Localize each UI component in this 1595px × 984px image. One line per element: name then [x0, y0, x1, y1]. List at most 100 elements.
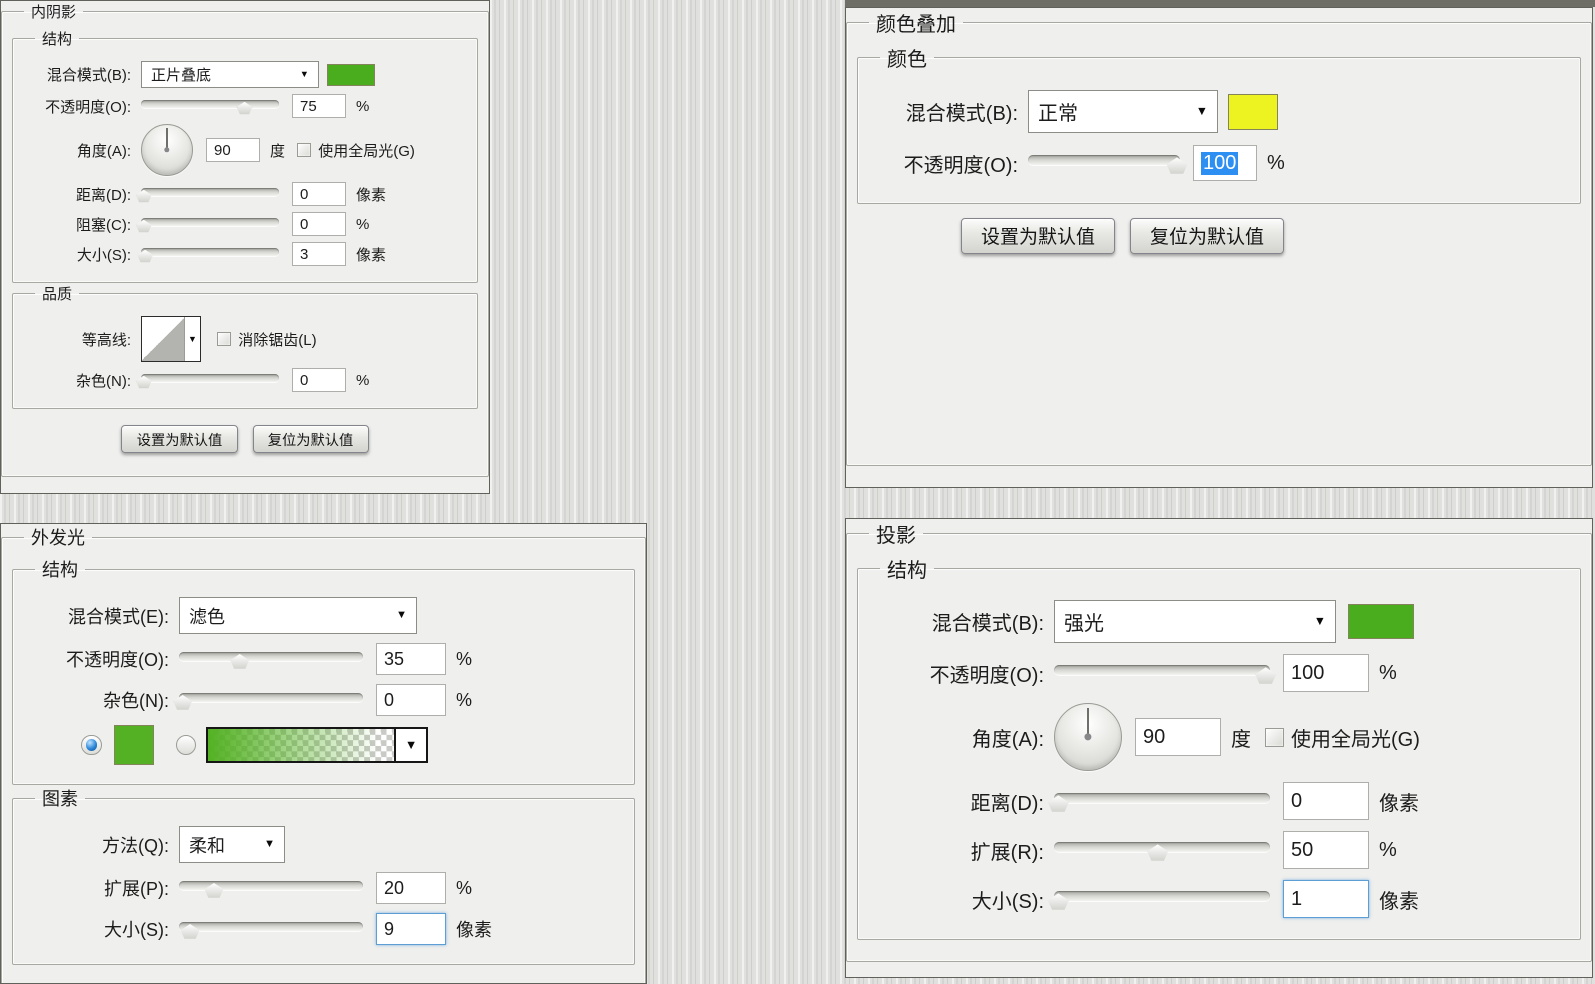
color-group: 颜色 混合模式(B): 正常 ▼ 不透明度(O): 100 % — [857, 43, 1581, 204]
overlay-color-swatch[interactable] — [1228, 93, 1278, 130]
contour-thumbnail — [142, 317, 185, 361]
size-unit: 像素 — [356, 246, 387, 264]
opacity-input[interactable]: 100 — [1193, 145, 1257, 181]
contour-picker[interactable]: ▼ — [141, 316, 201, 362]
distance-row: 距离(D): 0 像素 — [868, 782, 1570, 820]
angle-dial[interactable] — [141, 124, 193, 176]
gradient-radio[interactable] — [175, 734, 197, 756]
noise-slider[interactable] — [135, 373, 279, 389]
size-input[interactable]: 9 — [376, 913, 446, 945]
size-slider[interactable] — [1047, 889, 1270, 910]
size-slider[interactable] — [137, 247, 279, 263]
anti-aliased-checkbox[interactable] — [217, 331, 232, 347]
glow-color-swatch[interactable] — [113, 725, 154, 765]
technique-select[interactable]: 柔和 ▼ — [179, 826, 285, 863]
outer-glow-group: 外发光 结构 混合模式(E): 滤色 ▼ 不透明度(O): 35 % 杂色(N)… — [1, 524, 646, 983]
blend-mode-select[interactable]: 正片叠底 ▼ — [141, 61, 319, 88]
opacity-slider[interactable] — [1028, 153, 1188, 174]
drop-shadow-group: 投影 结构 混合模式(B): 强光 ▼ 不透明度(O): 100 % 角度(A)… — [846, 519, 1592, 962]
opacity-slider[interactable] — [141, 99, 279, 115]
blend-mode-select[interactable]: 强光 ▼ — [1054, 600, 1336, 643]
set-default-button[interactable]: 设置为默认值 — [121, 425, 238, 454]
opacity-input[interactable]: 100 — [1283, 654, 1369, 692]
chevron-down-icon: ▼ — [263, 837, 275, 850]
inner-shadow-panel: 内阴影 结构 混合模式(B): 正片叠底 ▼ 不透明度(O): 75 % 角度(… — [0, 0, 490, 494]
slider-track — [179, 922, 363, 932]
distance-slider[interactable] — [1047, 791, 1270, 812]
blend-mode-select[interactable]: 正常 ▼ — [1028, 90, 1218, 133]
blend-mode-value: 滤色 — [189, 606, 225, 627]
size-input[interactable]: 3 — [292, 242, 346, 266]
slider-track — [141, 374, 279, 382]
color-overlay-title: 颜色叠加 — [876, 14, 956, 36]
anti-aliased-label: 消除锯齿(L) — [238, 331, 317, 349]
dial-hub — [164, 147, 170, 153]
slider-track — [141, 248, 279, 256]
glow-color-row: ▼ — [81, 725, 624, 765]
slider-track — [141, 188, 279, 196]
noise-input[interactable]: 0 — [376, 684, 446, 716]
use-global-light-checkbox[interactable] — [297, 142, 312, 158]
size-unit: 像素 — [456, 920, 492, 940]
size-row: 大小(S): 3 像素 — [23, 242, 467, 266]
spread-slider[interactable] — [1054, 840, 1270, 861]
elements-group: 图素 方法(Q): 柔和 ▼ 扩展(P): 20 % 大小(S): 9 像素 — [12, 785, 635, 965]
distance-input[interactable]: 0 — [292, 182, 346, 206]
shadow-color-swatch[interactable] — [1348, 604, 1414, 639]
spread-slider[interactable] — [179, 879, 363, 898]
size-slider[interactable] — [179, 920, 363, 939]
size-label: 大小(S): — [104, 920, 169, 940]
structure-group: 结构 混合模式(E): 滤色 ▼ 不透明度(O): 35 % 杂色(N): 0 … — [12, 556, 635, 785]
noise-label: 杂色(N): — [103, 691, 169, 711]
opacity-input[interactable]: 35 — [376, 643, 446, 675]
spread-input[interactable]: 20 — [376, 872, 446, 904]
contour-label: 等高线: — [81, 331, 131, 349]
structure-title: 结构 — [42, 560, 78, 580]
use-global-light-checkbox[interactable] — [1265, 727, 1284, 747]
distance-row: 距离(D): 0 像素 — [23, 182, 467, 206]
noise-input[interactable]: 0 — [292, 368, 346, 392]
spread-input[interactable]: 50 — [1283, 831, 1369, 869]
use-global-light-label: 使用全局光(G) — [318, 142, 415, 160]
choke-input[interactable]: 0 — [292, 212, 346, 236]
noise-label: 杂色(N): — [76, 372, 131, 390]
angle-input[interactable]: 90 — [1135, 718, 1221, 756]
solid-color-radio[interactable] — [81, 734, 102, 756]
slider-track — [1054, 891, 1270, 902]
opacity-label: 不透明度(O): — [45, 98, 131, 116]
angle-label: 角度(A): — [76, 142, 131, 160]
opacity-slider[interactable] — [1054, 663, 1277, 684]
chevron-down-icon[interactable]: ▼ — [393, 728, 427, 762]
angle-dial[interactable] — [1054, 703, 1122, 771]
slider-track — [1054, 793, 1270, 804]
blend-mode-row: 混合模式(E): 滤色 ▼ — [23, 597, 624, 634]
opacity-label: 不透明度(O): — [66, 650, 169, 670]
reset-default-button[interactable]: 复位为默认值 — [1130, 218, 1285, 254]
reset-default-button[interactable]: 复位为默认值 — [252, 425, 369, 454]
shadow-color-swatch[interactable] — [327, 63, 375, 86]
blend-mode-value: 正常 — [1038, 103, 1078, 125]
contour-row: 等高线: ▼ 消除锯齿(L) — [23, 316, 467, 362]
chevron-down-icon: ▼ — [1195, 104, 1208, 119]
choke-slider[interactable] — [135, 217, 279, 233]
color-overlay-panel: 颜色叠加 颜色 混合模式(B): 正常 ▼ 不透明度(O): 100 % 设置为… — [845, 7, 1593, 488]
angle-label: 角度(A): — [971, 728, 1044, 751]
opacity-row: 不透明度(O): 100 % — [868, 654, 1570, 692]
spread-row: 扩展(R): 50 % — [868, 831, 1570, 869]
blend-mode-value: 强光 — [1064, 613, 1104, 635]
angle-input[interactable]: 90 — [206, 138, 260, 162]
set-default-button[interactable]: 设置为默认值 — [961, 218, 1116, 254]
opacity-row: 不透明度(O): 100 % — [868, 145, 1570, 181]
opacity-input[interactable]: 75 — [292, 94, 346, 118]
slider-track — [179, 693, 363, 703]
opacity-slider[interactable] — [179, 650, 363, 669]
gradient-picker[interactable]: ▼ — [206, 726, 429, 764]
chevron-down-icon[interactable]: ▼ — [185, 317, 200, 361]
size-row: 大小(S): 9 像素 — [23, 913, 624, 945]
distance-input[interactable]: 0 — [1283, 782, 1369, 820]
distance-slider[interactable] — [135, 187, 279, 203]
noise-slider[interactable] — [173, 691, 363, 710]
size-input[interactable]: 1 — [1283, 880, 1369, 918]
blend-mode-select[interactable]: 滤色 ▼ — [179, 597, 417, 634]
size-label: 大小(S): — [76, 246, 131, 264]
